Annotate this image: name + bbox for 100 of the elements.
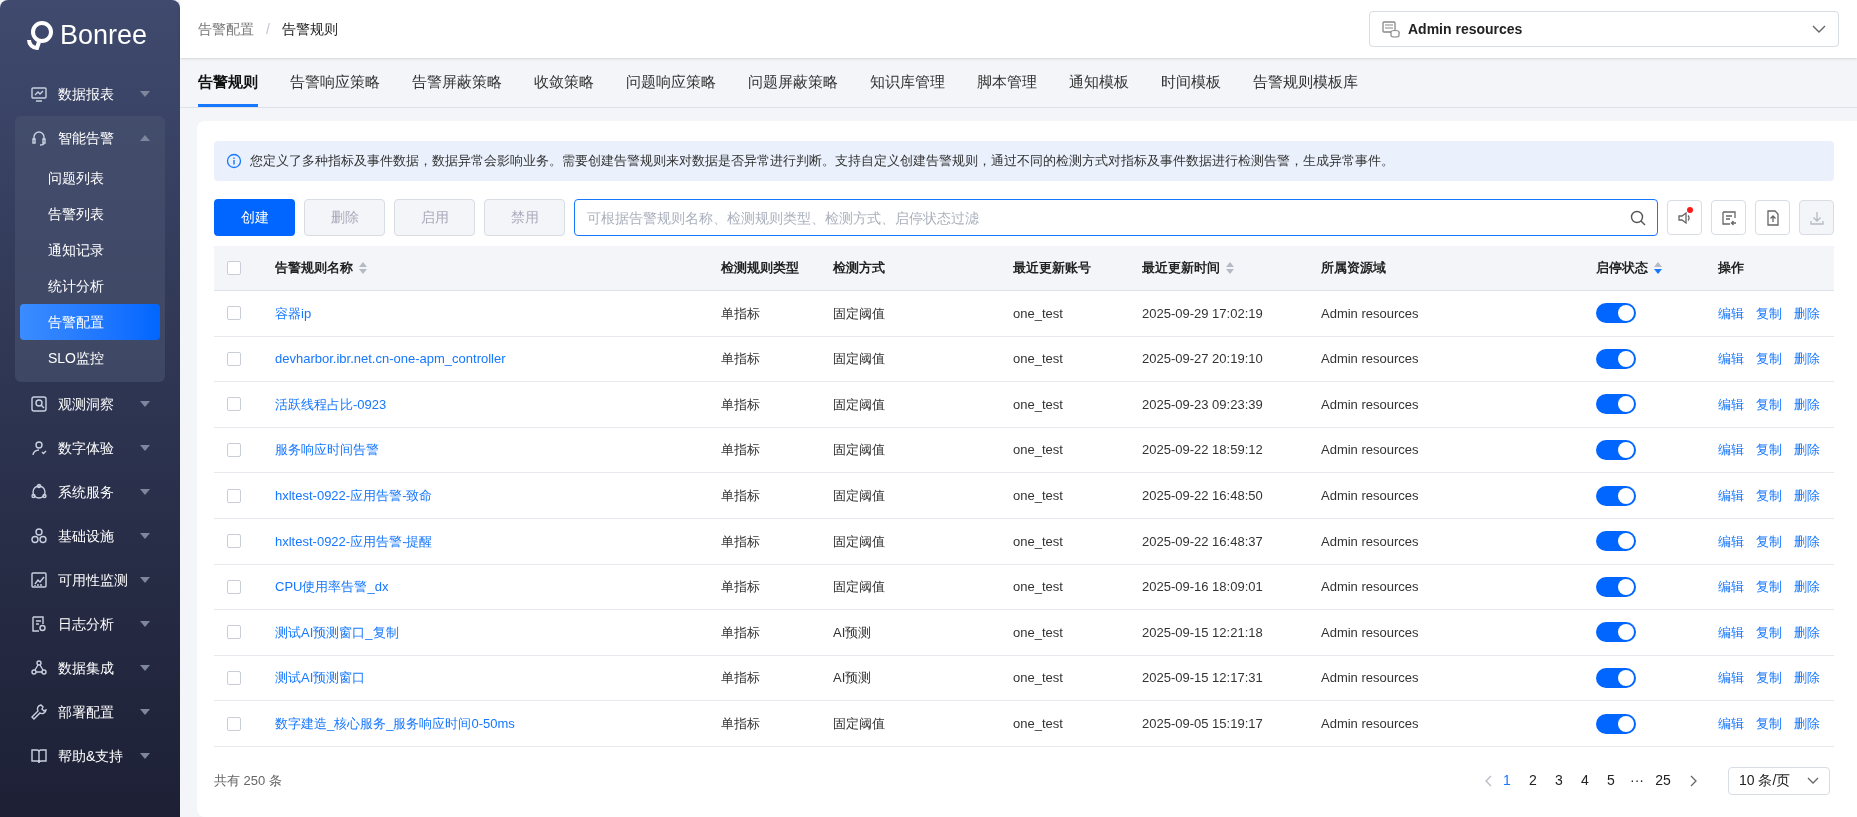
tab[interactable]: 告警屏蔽策略 [412, 60, 502, 107]
sidebar-item[interactable]: 帮助&支持 [20, 734, 160, 778]
action-link[interactable]: 编辑 [1718, 531, 1744, 551]
action-link[interactable]: 删除 [1794, 577, 1820, 597]
action-link[interactable]: 编辑 [1718, 577, 1744, 597]
action-link[interactable]: 编辑 [1718, 349, 1744, 369]
search-field[interactable]: 可根据告警规则名称、检测规则类型、检测方式、启停状态过滤 [574, 199, 1658, 236]
toolbar-button[interactable] [1755, 200, 1790, 235]
rule-name-link[interactable]: 测试AI预测窗口_复制 [275, 624, 399, 640]
status-toggle[interactable] [1596, 440, 1636, 461]
rule-name-link[interactable]: 数字建造_核心服务_服务响应时间0-50ms [275, 715, 515, 731]
checkbox[interactable] [227, 671, 241, 686]
tab[interactable]: 收敛策略 [534, 60, 594, 107]
action-link[interactable]: 删除 [1794, 668, 1820, 688]
page-number[interactable]: 25 [1652, 770, 1674, 792]
action-link[interactable]: 复制 [1756, 440, 1782, 460]
action-link[interactable]: 复制 [1756, 668, 1782, 688]
action-link[interactable]: 删除 [1794, 531, 1820, 551]
sidebar-item[interactable]: 数字体验 [20, 426, 160, 470]
status-toggle[interactable] [1596, 485, 1636, 506]
search-icon[interactable] [1630, 209, 1646, 226]
status-toggle[interactable] [1596, 348, 1636, 369]
action-link[interactable]: 删除 [1794, 440, 1820, 460]
toolbar-button[interactable] [1711, 200, 1746, 235]
action-link[interactable]: 编辑 [1718, 440, 1744, 460]
action-link[interactable]: 编辑 [1718, 713, 1744, 734]
action-button[interactable]: 创建 [214, 199, 295, 236]
checkbox[interactable] [227, 306, 241, 321]
action-link[interactable]: 删除 [1794, 485, 1820, 506]
checkbox[interactable] [227, 625, 241, 640]
sidebar-item[interactable]: 系统服务 [20, 470, 160, 514]
tab[interactable]: 通知模板 [1069, 60, 1129, 107]
tab[interactable]: 知识库管理 [870, 60, 945, 107]
page-number[interactable]: 1 [1496, 770, 1518, 792]
sidebar-subitem[interactable]: 问题列表 [20, 160, 160, 196]
rule-name-link[interactable]: 服务响应时间告警 [275, 442, 379, 458]
status-toggle[interactable] [1596, 531, 1636, 552]
next-page-icon[interactable] [1690, 774, 1698, 787]
page-number[interactable]: 5 [1600, 770, 1622, 792]
action-link[interactable]: 删除 [1794, 303, 1820, 324]
status-toggle[interactable] [1596, 668, 1636, 689]
checkbox[interactable] [227, 534, 241, 549]
sidebar-subitem[interactable]: 统计分析 [20, 268, 160, 304]
status-toggle[interactable] [1596, 576, 1636, 597]
sidebar-item[interactable]: 可用性监测 [20, 558, 160, 602]
action-link[interactable]: 编辑 [1718, 485, 1744, 506]
sidebar-item[interactable]: 部署配置 [20, 690, 160, 734]
action-link[interactable]: 复制 [1756, 577, 1782, 597]
checkbox[interactable] [227, 443, 241, 458]
previous-page-icon[interactable] [1484, 774, 1492, 787]
page-number[interactable]: 2 [1522, 770, 1544, 792]
checkbox[interactable] [227, 261, 241, 275]
sidebar-item[interactable]: 日志分析 [20, 602, 160, 646]
status-toggle[interactable] [1596, 394, 1636, 415]
action-link[interactable]: 删除 [1794, 622, 1820, 643]
tab[interactable]: 问题屏蔽策略 [748, 60, 838, 107]
sidebar-item[interactable]: 数据集成 [20, 646, 160, 690]
action-link[interactable]: 编辑 [1718, 668, 1744, 688]
action-link[interactable]: 删除 [1794, 394, 1820, 415]
rule-name-link[interactable]: CPU使用率告警_dx [275, 579, 389, 595]
checkbox[interactable] [227, 716, 241, 731]
sidebar-subitem[interactable]: 告警列表 [20, 196, 160, 232]
sort-icon[interactable] [1654, 262, 1662, 274]
sort-icon[interactable] [359, 262, 367, 274]
breadcrumb-item[interactable]: 告警配置 [198, 18, 254, 40]
tab[interactable]: 告警规则 [198, 60, 258, 107]
rule-name-link[interactable]: hxltest-0922-应用告警-提醒 [275, 533, 433, 549]
sidebar-item[interactable]: 智能告警 [20, 116, 160, 160]
checkbox[interactable] [227, 579, 241, 594]
action-link[interactable]: 复制 [1756, 394, 1782, 415]
sidebar-item[interactable]: 观测洞察 [20, 382, 160, 426]
tab[interactable]: 脚本管理 [977, 60, 1037, 107]
checkbox[interactable] [227, 488, 241, 503]
status-toggle[interactable] [1596, 713, 1636, 734]
sidebar-item[interactable]: 基础设施 [20, 514, 160, 558]
sidebar-subitem[interactable]: SLO监控 [20, 340, 160, 376]
tab[interactable]: 问题响应策略 [626, 60, 716, 107]
page-size-select[interactable]: 10 条/页 [1728, 766, 1830, 795]
rule-name-link[interactable]: 活跃线程占比-0923 [275, 396, 387, 412]
action-link[interactable]: 编辑 [1718, 622, 1744, 643]
action-link[interactable]: 删除 [1794, 349, 1820, 369]
action-link[interactable]: 复制 [1756, 349, 1782, 369]
sidebar-subitem[interactable]: 告警配置 [20, 304, 160, 340]
page-number[interactable]: ··· [1626, 770, 1648, 792]
action-link[interactable]: 编辑 [1718, 394, 1744, 415]
rule-name-link[interactable]: 测试AI预测窗口 [275, 670, 366, 686]
sort-icon[interactable] [1226, 262, 1234, 274]
checkbox[interactable] [227, 351, 241, 366]
action-link[interactable]: 复制 [1756, 622, 1782, 643]
rule-name-link[interactable]: devharbor.ibr.net.cn-one-apm_controller [275, 351, 506, 367]
action-link[interactable]: 复制 [1756, 485, 1782, 506]
sidebar-item[interactable]: 数据报表 [20, 72, 160, 116]
action-link[interactable]: 复制 [1756, 713, 1782, 734]
page-number[interactable]: 3 [1548, 770, 1570, 792]
resource-select[interactable]: Admin resources [1369, 11, 1839, 47]
page-number[interactable]: 4 [1574, 770, 1596, 792]
sidebar-subitem[interactable]: 通知记录 [20, 232, 160, 268]
action-link[interactable]: 删除 [1794, 713, 1820, 734]
rule-name-link[interactable]: hxltest-0922-应用告警-致命 [275, 487, 433, 503]
rule-name-link[interactable]: 容器ip [275, 305, 312, 321]
